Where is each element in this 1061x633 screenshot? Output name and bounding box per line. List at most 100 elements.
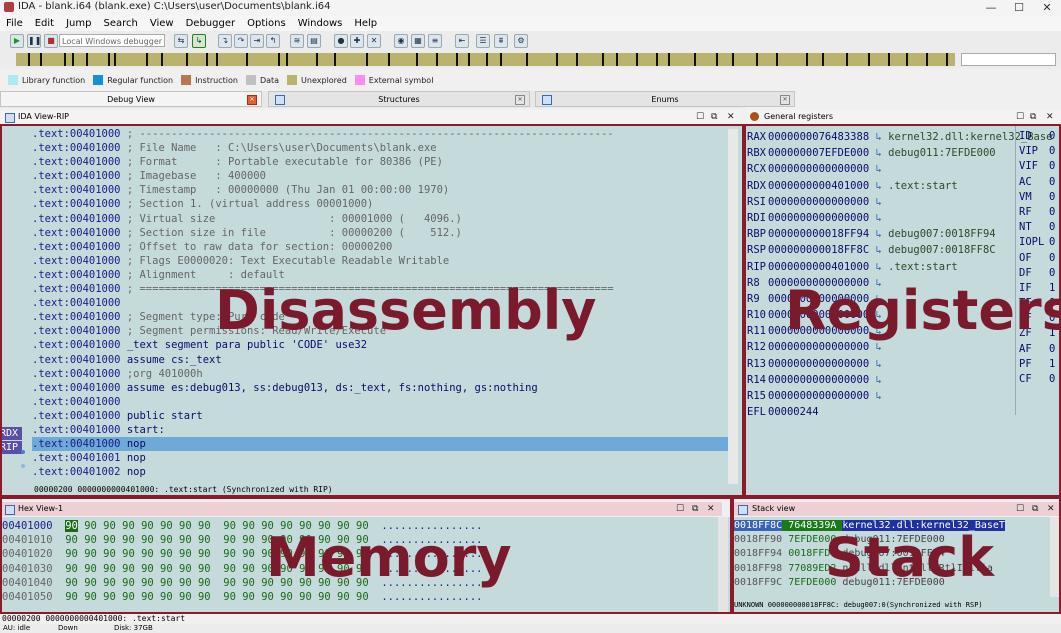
nav-segment: [716, 53, 718, 66]
nav-segment: [906, 53, 908, 66]
menu-debugger[interactable]: Debugger: [180, 16, 242, 31]
threads-icon[interactable]: ≡: [428, 34, 442, 48]
run-to-cursor-icon[interactable]: ⇥: [250, 34, 264, 48]
run-icon[interactable]: ▶: [10, 34, 24, 48]
nav-segment: [28, 53, 30, 66]
add-breakpoint-icon[interactable]: ✚: [350, 34, 364, 48]
registers-overlay-label: Registers: [785, 279, 1061, 342]
minimize-button[interactable]: —: [977, 0, 1005, 16]
menu-jump[interactable]: Jump: [60, 16, 97, 31]
debugger-select[interactable]: Local Windows debugger: [59, 34, 165, 47]
toolbar: ▶ ❚❚ ■ Local Windows debugger ⇆ ↳ ↴ ↷ ⇥ …: [0, 31, 1061, 52]
nav-segment: [468, 53, 470, 66]
pane-float-icon[interactable]: ☐: [696, 110, 704, 124]
nav-segment: [946, 53, 948, 66]
disassembly-overlay-label: Disassembly: [215, 279, 597, 342]
status-bar: AU: idle Down Disk: 37GB: [0, 624, 1061, 633]
pane-float-icon[interactable]: ☐: [1016, 110, 1024, 124]
nav-segment: [576, 53, 578, 66]
disasm-title: IDA View-RIP: [18, 112, 70, 121]
nav-segment: [416, 53, 418, 66]
legend-unexplored: Unexplored: [287, 75, 347, 85]
nav-segment: [526, 53, 528, 66]
tab-structures[interactable]: Structures ✕: [268, 91, 530, 107]
close-tab-icon[interactable]: ✕: [780, 95, 790, 105]
registers-titlebar: General registers ☐ ⧉ ✕: [746, 110, 1061, 124]
disasm-titlebar: IDA View-RIP ☐ ⧉ ✕: [0, 110, 740, 124]
legend-instruction: Instruction: [181, 75, 238, 85]
disasm-view-icon: [5, 113, 15, 123]
menu-options[interactable]: Options: [241, 16, 292, 31]
menu-file[interactable]: File: [0, 16, 29, 31]
options-icon[interactable]: ⚙: [514, 34, 528, 48]
pane-close-icon[interactable]: ✕: [727, 110, 735, 124]
navigation-strip[interactable]: [16, 53, 955, 66]
navigation-select[interactable]: [961, 53, 1056, 66]
window-title: IDA - blank.i64 (blank.exe) C:\Users\use…: [18, 1, 331, 12]
legend-external-symbol: External symbol: [354, 75, 433, 85]
nav-segment: [278, 53, 280, 66]
nav-segment: [388, 53, 390, 66]
hex-status: 00000200 0000000000401000: .text:start: [2, 614, 186, 623]
nav-segment: [114, 53, 116, 66]
tab-enums[interactable]: Enums ✕: [535, 91, 795, 107]
nav-segment: [556, 53, 558, 66]
nav-segment: [694, 53, 696, 66]
attach-icon[interactable]: ⇆: [174, 34, 188, 48]
close-tab-icon[interactable]: ✕: [515, 95, 525, 105]
delete-breakpoint-icon[interactable]: ✕: [367, 34, 381, 48]
registers-title: General registers: [764, 112, 834, 121]
menu-edit[interactable]: Edit: [29, 16, 60, 31]
breakpoint-list-icon[interactable]: ●: [334, 34, 348, 48]
step-over-icon[interactable]: ↷: [234, 34, 248, 48]
nav-segment: [756, 53, 758, 66]
nav-segment: [108, 53, 110, 66]
menu-view[interactable]: View: [144, 16, 180, 31]
navigation-band: [0, 51, 1061, 69]
nav-segment: [186, 53, 188, 66]
step-into-icon[interactable]: ↴: [218, 34, 232, 48]
maximize-button[interactable]: ☐: [1005, 0, 1033, 16]
menu-windows[interactable]: Windows: [292, 16, 349, 31]
close-window-button[interactable]: ✕: [1033, 0, 1061, 16]
nav-segment: [500, 53, 502, 66]
watch-icon[interactable]: ◉: [394, 34, 408, 48]
menu-search[interactable]: Search: [98, 16, 144, 31]
nav-segment: [656, 53, 658, 66]
list-icon[interactable]: ☰: [476, 34, 490, 48]
jump-icon[interactable]: ⇤: [455, 34, 469, 48]
nav-segment: [822, 53, 824, 66]
ida-app-icon: [4, 2, 14, 12]
nav-segment: [206, 53, 208, 66]
nav-segment: [732, 53, 734, 66]
trace-icon[interactable]: ≋: [290, 34, 304, 48]
nav-segment: [86, 53, 88, 66]
modules-icon[interactable]: ▦: [411, 34, 425, 48]
nav-segment: [286, 53, 288, 66]
nav-segment: [40, 53, 42, 66]
pane-close-icon[interactable]: ✕: [1046, 110, 1054, 124]
step-out-icon[interactable]: ↰: [266, 34, 280, 48]
stop-icon[interactable]: ■: [44, 34, 58, 48]
pause-icon[interactable]: ❚❚: [27, 34, 41, 48]
nav-segment: [602, 53, 604, 66]
memory-overlay-label: Memory: [266, 526, 512, 589]
nav-segment: [486, 53, 488, 66]
nav-segment: [776, 53, 778, 66]
pane-restore-icon[interactable]: ⧉: [711, 110, 717, 124]
nav-segment: [926, 53, 928, 66]
step-icon[interactable]: ↳: [192, 34, 206, 48]
trace-window-icon[interactable]: ▤: [307, 34, 321, 48]
legend-regular-function: Regular function: [93, 75, 173, 85]
tab-debug-view[interactable]: Debug View ✕: [0, 91, 262, 107]
nav-segment: [868, 53, 870, 66]
nav-segment: [436, 53, 438, 66]
menu-help[interactable]: Help: [348, 16, 383, 31]
close-tab-icon[interactable]: ✕: [247, 95, 257, 105]
legend-library-function: Library function: [8, 75, 85, 85]
title-bar: IDA - blank.i64 (blank.exe) C:\Users\use…: [0, 0, 1061, 17]
filter-icon[interactable]: ⩩: [494, 34, 508, 48]
nav-segment: [668, 53, 670, 66]
bug-icon: [750, 112, 759, 121]
pane-restore-icon[interactable]: ⧉: [1030, 110, 1036, 124]
